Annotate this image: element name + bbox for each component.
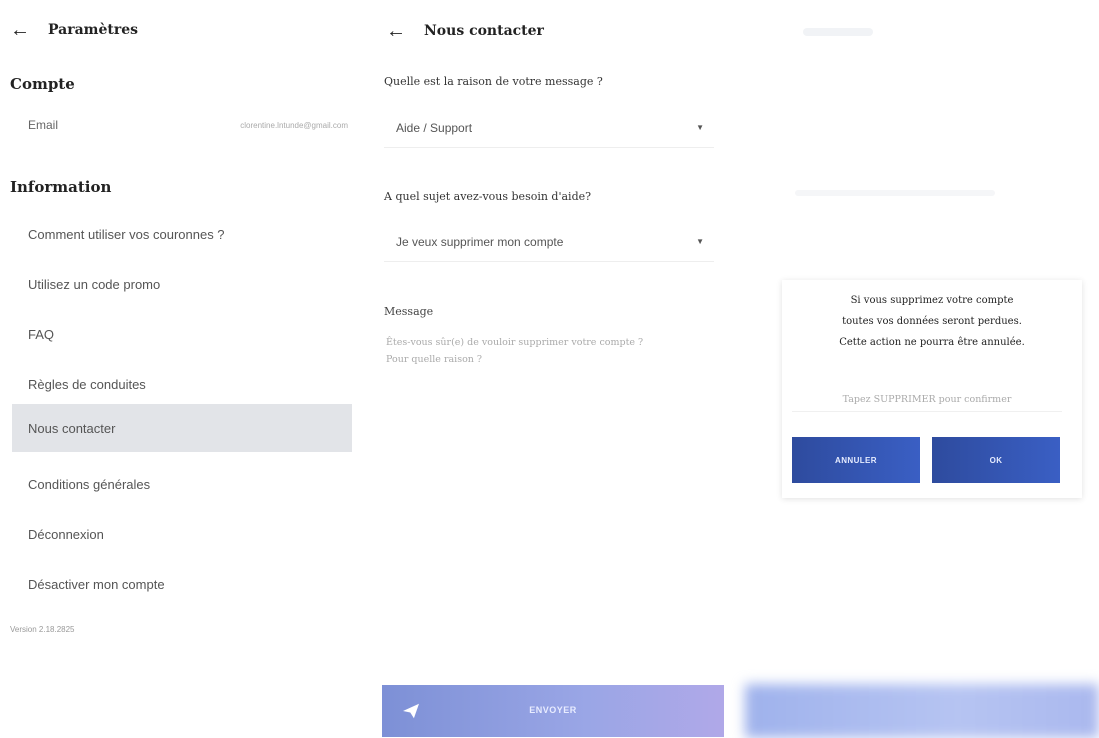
confirm-input[interactable]: Tapez SUPPRIMER pour confirmer [792,388,1062,412]
menu-item-faq[interactable]: FAQ [12,310,352,358]
menu-item-deconnexion[interactable]: Déconnexion [12,510,352,558]
subject-question: A quel sujet avez-vous besoin d'aide? [384,190,592,203]
section-title-information: Information [10,178,112,196]
subject-select-value: Je veux supprimer mon compte [396,234,564,249]
dropdown-caret-icon: ▼ [696,237,704,246]
menu-item-nous-contacter[interactable]: Nous contacter [12,404,352,452]
send-button-label: ENVOYER [529,705,577,715]
blurred-line [795,190,995,196]
dropdown-caret-icon: ▼ [696,123,704,132]
message-textarea[interactable]: Êtes-vous sûr(e) de vouloir supprimer vo… [386,334,686,368]
settings-header: ← Paramètres [0,10,360,50]
section-title-account: Compte [10,75,75,93]
menu-item-label: Conditions générales [28,476,151,492]
reason-select[interactable]: Aide / Support ▼ [384,108,714,148]
contact-panel: ← Nous contacter Quelle est la raison de… [372,0,742,738]
back-arrow-icon[interactable]: ← [386,20,408,43]
settings-panel: ← Paramètres Compte Email clorentine.lnt… [0,0,360,738]
page-title: Nous contacter [424,23,544,39]
reason-select-value: Aide / Support [396,120,473,135]
ok-button[interactable]: OK [932,437,1060,483]
blurred-header [803,28,873,36]
menu-item-label: Nous contacter [28,420,116,436]
message-label: Message [384,305,434,318]
send-button[interactable]: ENVOYER [382,685,724,737]
dialog-message: Si vous supprimez votre compte toutes vo… [782,290,1082,353]
delete-confirm-dialog: Si vous supprimez votre compte toutes vo… [782,280,1082,498]
menu-item-label: Désactiver mon compte [28,576,165,592]
menu-item-desactiver[interactable]: Désactiver mon compte [12,560,352,608]
menu-item-label: Déconnexion [28,526,104,542]
cancel-button-label: ANNULER [835,455,877,465]
reason-question: Quelle est la raison de votre message ? [384,75,603,88]
menu-item-couronnes[interactable]: Comment utiliser vos couronnes ? [12,210,352,258]
blurred-button [745,684,1099,738]
subject-select[interactable]: Je veux supprimer mon compte ▼ [384,222,714,262]
menu-item-code-promo[interactable]: Utilisez un code promo [12,260,352,308]
contact-header: ← Nous contacter [372,12,742,50]
page-title: Paramètres [48,22,139,38]
background-panel: Si vous supprimez votre compte toutes vo… [745,0,1099,738]
menu-item-label: Règles de conduites [28,376,146,392]
email-value: clorentine.lntunde@gmail.com [240,120,348,130]
menu-item-conditions[interactable]: Conditions générales [12,460,352,508]
email-row[interactable]: Email clorentine.lntunde@gmail.com [28,118,348,132]
cancel-button[interactable]: ANNULER [792,437,920,483]
app-version: Version 2.18.2825 [10,625,75,634]
menu-item-label: Comment utiliser vos couronnes ? [28,226,225,242]
menu-item-label: FAQ [28,326,55,342]
email-label: Email [28,118,59,132]
menu-item-label: Utilisez un code promo [28,276,161,292]
menu-item-regles[interactable]: Règles de conduites [12,360,352,408]
dialog-message-text: Si vous supprimez votre compte toutes vo… [839,295,1025,348]
ok-button-label: OK [989,455,1003,465]
back-arrow-icon[interactable]: ← [10,19,32,42]
